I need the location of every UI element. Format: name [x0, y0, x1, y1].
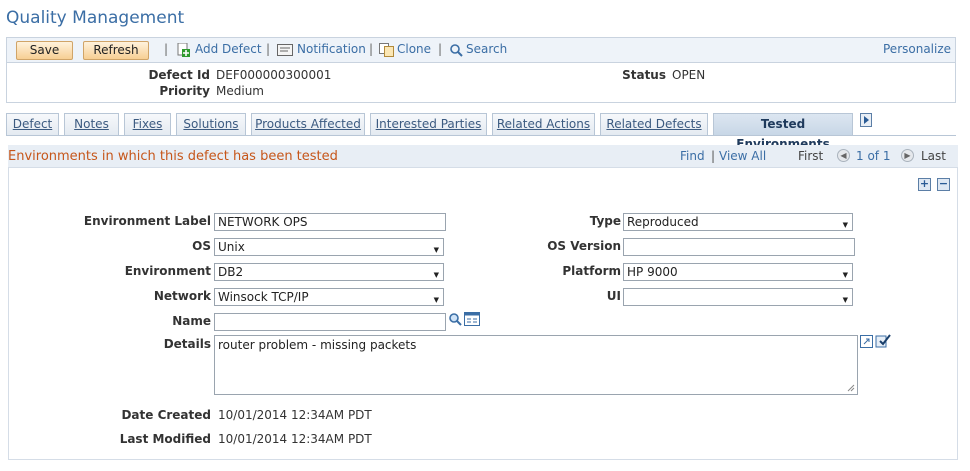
save-button[interactable]: Save: [16, 41, 73, 60]
environment-select[interactable]: DB2: [214, 263, 444, 283]
tab-interested-parties[interactable]: Interested Parties: [370, 113, 487, 135]
tab-products-affected[interactable]: Products Affected: [251, 113, 365, 135]
row-range: 1 of 1: [856, 149, 891, 163]
priority-value: Medium: [216, 84, 264, 98]
last-modified-label: Last Modified: [119, 432, 211, 446]
os-version-input[interactable]: [623, 238, 855, 256]
platform-label: Platform: [562, 264, 621, 278]
clone-icon[interactable]: [379, 43, 395, 57]
name-input[interactable]: [214, 313, 446, 331]
add-defect-link[interactable]: Add Defect: [195, 42, 262, 56]
notification-link[interactable]: Notification: [297, 42, 366, 56]
toolbar-separator: |: [438, 42, 443, 56]
view-all-link[interactable]: View All: [719, 149, 766, 163]
os-select[interactable]: Unix: [214, 238, 444, 258]
network-select-value: Winsock TCP/IP: [218, 290, 309, 304]
tab-related-defects[interactable]: Related Defects: [600, 113, 708, 135]
search-icon[interactable]: [450, 44, 463, 57]
name-lookup-icon[interactable]: [448, 312, 462, 326]
os-select-value: Unix: [218, 240, 245, 254]
date-created-label: Date Created: [121, 408, 211, 422]
last-label: Last: [921, 149, 946, 163]
ui-label: UI: [606, 289, 621, 303]
type-label: Type: [589, 214, 621, 228]
tab-tested-environments[interactable]: Tested Environments: [713, 113, 853, 151]
priority-label: Priority: [159, 84, 210, 98]
status-label: Status: [622, 68, 666, 82]
environment-label: Environment: [124, 264, 211, 278]
details-label: Details: [163, 337, 211, 351]
environments-section-header: Environments in which this defect has be…: [8, 145, 958, 168]
toolbar-separator: |: [164, 42, 169, 56]
platform-select[interactable]: HP 9000: [623, 263, 853, 283]
tab-notes[interactable]: Notes: [64, 113, 119, 135]
search-link[interactable]: Search: [466, 42, 507, 56]
tab-solutions[interactable]: Solutions: [176, 113, 246, 135]
notification-icon[interactable]: [277, 44, 293, 56]
add-row-button[interactable]: +: [918, 178, 931, 191]
next-icon[interactable]: ▶: [901, 149, 914, 162]
find-link[interactable]: Find: [680, 149, 705, 163]
os-label: OS: [192, 239, 211, 253]
tab-scroll-right-icon[interactable]: [860, 113, 872, 127]
first-label: First: [798, 149, 824, 163]
network-select[interactable]: Winsock TCP/IP: [214, 288, 444, 308]
tab-defect[interactable]: Defect: [6, 113, 59, 135]
ui-select[interactable]: [623, 288, 853, 308]
refresh-button[interactable]: Refresh: [83, 41, 149, 60]
find-viewall-divider: |: [711, 149, 716, 163]
name-label: Name: [172, 314, 211, 328]
section-title: Environments in which this defect has be…: [8, 149, 338, 164]
details-text: router problem - missing packets: [218, 338, 417, 352]
resize-handle-icon[interactable]: [847, 384, 855, 392]
network-label: Network: [153, 289, 211, 303]
tab-fixes[interactable]: Fixes: [124, 113, 171, 135]
page-title: Quality Management: [6, 8, 185, 28]
spell-check-icon[interactable]: [875, 333, 891, 348]
os-version-label: OS Version: [547, 239, 621, 253]
add-defect-icon[interactable]: [177, 42, 191, 57]
name-detail-icon[interactable]: [464, 312, 480, 326]
previous-icon[interactable]: ◀: [837, 149, 850, 162]
toolbar-separator: |: [369, 42, 374, 56]
type-select-value: Reproduced: [627, 215, 699, 229]
last-modified-value: 10/01/2014 12:34AM PDT: [218, 432, 372, 446]
type-select[interactable]: Reproduced: [623, 213, 853, 233]
defect-id-label: Defect Id: [148, 68, 210, 82]
platform-select-value: HP 9000: [627, 265, 678, 279]
personalize-link[interactable]: Personalize: [883, 42, 951, 56]
environment-label-input[interactable]: NETWORK OPS: [214, 213, 446, 231]
toolbar: Save Refresh | Add Defect | Notification…: [6, 37, 956, 63]
toolbar-separator: |: [266, 42, 271, 56]
environment-label-label: Environment Label: [83, 214, 211, 228]
delete-row-button[interactable]: −: [937, 178, 950, 191]
expand-text-icon[interactable]: [860, 335, 873, 348]
environment-select-value: DB2: [218, 265, 244, 279]
defect-id-value: DEF000000300001: [216, 68, 332, 82]
status-value: OPEN: [672, 68, 706, 82]
tabs-divider: [6, 135, 956, 136]
clone-link[interactable]: Clone: [397, 42, 431, 56]
date-created-value: 10/01/2014 12:34AM PDT: [218, 408, 372, 422]
tab-related-actions[interactable]: Related Actions: [492, 113, 595, 135]
details-textarea[interactable]: router problem - missing packets: [214, 335, 858, 395]
